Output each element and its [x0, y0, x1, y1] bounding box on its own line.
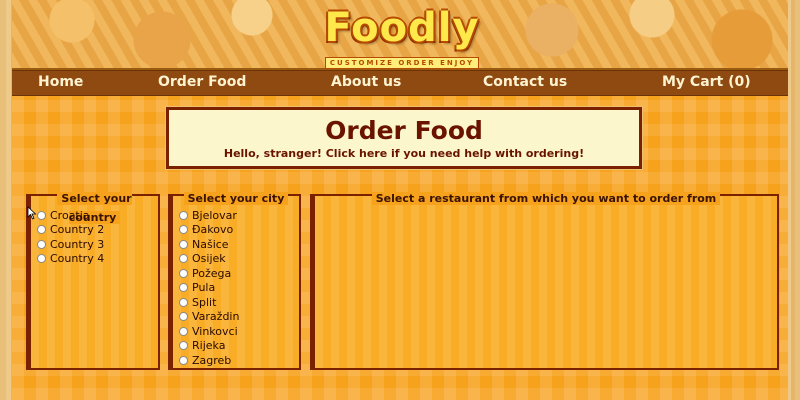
restaurant-legend: Select a restaurant from which you want …: [371, 192, 721, 205]
radio-icon[interactable]: [37, 210, 46, 220]
city-option-label: Našice: [192, 237, 229, 251]
city-option[interactable]: Bjelovar: [179, 208, 239, 223]
country-option[interactable]: Country 2: [37, 223, 104, 238]
nav-contact-us[interactable]: Contact us: [483, 74, 567, 90]
restaurant-panel: Select a restaurant from which you want …: [310, 192, 779, 370]
radio-icon[interactable]: [179, 326, 188, 336]
country-option[interactable]: Croatia: [37, 208, 104, 223]
logo[interactable]: Foodly CUSTOMIZE ORDER ENJOY: [322, 5, 482, 69]
logo-tagline: CUSTOMIZE ORDER ENJOY: [324, 57, 480, 69]
city-option-label: Rijeka: [192, 339, 226, 353]
header-banner: Foodly CUSTOMIZE ORDER ENJOY: [12, 0, 788, 70]
city-option-label: Đakovo: [192, 223, 234, 237]
radio-icon[interactable]: [37, 239, 46, 249]
country-option-label: Country 4: [50, 252, 105, 266]
city-option-label: Bjelovar: [192, 208, 237, 222]
radio-icon[interactable]: [179, 341, 188, 351]
country-option[interactable]: Country 3: [37, 237, 104, 252]
city-option-label: Vinkovci: [192, 324, 238, 338]
city-panel: Select your city Bjelovar Đakovo Našice …: [168, 192, 301, 370]
city-option[interactable]: Požega: [179, 266, 239, 281]
city-option[interactable]: Zagreb: [179, 353, 239, 368]
city-option-label: Pula: [192, 281, 216, 295]
page-title: Order Food: [325, 116, 483, 145]
country-option[interactable]: Country 4: [37, 252, 104, 267]
nav-home[interactable]: Home: [38, 74, 83, 90]
radio-icon[interactable]: [179, 297, 188, 307]
nav-order-food[interactable]: Order Food: [158, 74, 246, 90]
radio-icon[interactable]: [37, 225, 46, 235]
help-link[interactable]: Hello, stranger! Click here if you need …: [169, 147, 639, 160]
city-option[interactable]: Osijek: [179, 252, 239, 267]
radio-icon[interactable]: [179, 225, 188, 235]
radio-icon[interactable]: [179, 268, 188, 278]
radio-icon[interactable]: [179, 239, 188, 249]
city-option[interactable]: Pula: [179, 281, 239, 296]
radio-icon[interactable]: [179, 210, 188, 220]
country-option-label: Country 2: [50, 223, 105, 237]
country-option-label: Country 3: [50, 237, 105, 251]
city-option-label: Varaždin: [192, 310, 240, 324]
city-option[interactable]: Đakovo: [179, 223, 239, 238]
city-option-label: Split: [192, 295, 217, 309]
city-option[interactable]: Varaždin: [179, 310, 239, 325]
city-legend: Select your city: [183, 192, 289, 205]
restaurant-legend-wrap: Select a restaurant from which you want …: [315, 187, 777, 206]
logo-text: Foodly: [324, 5, 480, 51]
main-nav: Home Order Food About us Contact us My C…: [12, 70, 788, 96]
country-panel: Select your country Croatia Country 2 Co…: [26, 192, 160, 370]
radio-icon[interactable]: [179, 312, 188, 322]
city-legend-wrap: Select your city: [173, 187, 299, 206]
nav-about-us[interactable]: About us: [331, 74, 401, 90]
city-option-label: Osijek: [192, 252, 226, 266]
city-option[interactable]: Split: [179, 295, 239, 310]
title-box: Order Food Hello, stranger! Click here i…: [166, 107, 642, 169]
city-option-label: Zagreb: [192, 353, 232, 367]
country-list: Croatia Country 2 Country 3 Country 4: [37, 208, 104, 266]
city-option-label: Požega: [192, 266, 232, 280]
city-option[interactable]: Rijeka: [179, 339, 239, 354]
country-option-label: Croatia: [50, 208, 90, 222]
nav-my-cart[interactable]: My Cart (0): [662, 74, 751, 90]
radio-icon[interactable]: [179, 254, 188, 264]
city-option[interactable]: Našice: [179, 237, 239, 252]
city-option[interactable]: Vinkovci: [179, 324, 239, 339]
page-container: Foodly CUSTOMIZE ORDER ENJOY Home Order …: [12, 0, 788, 400]
radio-icon[interactable]: [179, 355, 188, 365]
city-list: Bjelovar Đakovo Našice Osijek Požega Pul…: [179, 208, 239, 368]
radio-icon[interactable]: [179, 283, 188, 293]
radio-icon[interactable]: [37, 254, 46, 264]
